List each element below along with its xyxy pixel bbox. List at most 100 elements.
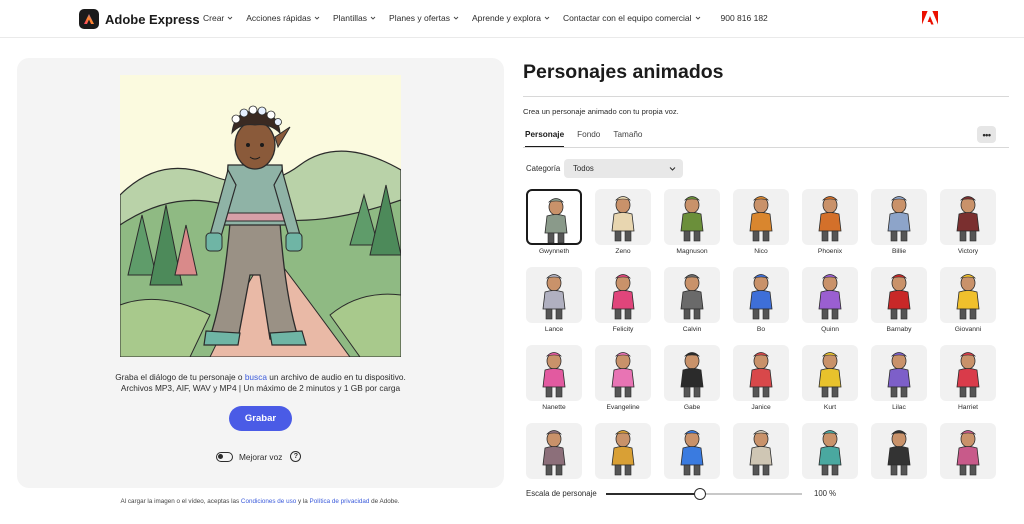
character-card[interactable]: Barnaby <box>871 267 927 333</box>
character-card[interactable] <box>733 423 789 479</box>
browse-file-link[interactable]: busca <box>245 372 267 382</box>
character-card[interactable]: Evangeline <box>595 345 651 411</box>
character-thumbnail <box>526 423 582 479</box>
character-card[interactable] <box>526 423 582 479</box>
character-name: Lilac <box>892 404 906 411</box>
character-card[interactable]: Lance <box>526 267 582 333</box>
character-thumbnail <box>526 189 582 245</box>
help-icon[interactable]: ? <box>290 451 302 462</box>
character-name: Bo <box>756 326 766 333</box>
character-card[interactable]: Lilac <box>871 345 927 411</box>
character-thumbnail <box>802 267 858 323</box>
character-scale-value: 100 % <box>814 489 837 498</box>
character-name: Quinn <box>821 326 839 333</box>
page-title: Personajes animados <box>523 61 724 83</box>
character-thumbnail <box>940 267 996 323</box>
character-name: Kurt <box>823 404 837 411</box>
menu-plantillas[interactable]: Plantillas <box>333 13 376 23</box>
character-thumbnail <box>733 267 789 323</box>
record-button[interactable]: Grabar <box>229 406 292 431</box>
settings-tabs: Personaje Fondo Tamaño <box>525 130 656 148</box>
adobe-logo-icon[interactable] <box>922 11 938 25</box>
toggle-knob <box>218 453 223 459</box>
character-name: Gabe <box>683 404 701 411</box>
upload-instructions: Graba el diálogo de tu personaje o busca… <box>17 372 504 394</box>
character-thumbnail <box>940 423 996 479</box>
character-name: Nanette <box>542 404 566 411</box>
character-card[interactable]: Giovanni <box>940 267 996 333</box>
character-card[interactable]: Billie <box>871 189 927 255</box>
chevron-down-icon <box>227 16 233 20</box>
privacy-policy-link[interactable]: Política de privacidad <box>310 498 370 505</box>
character-card[interactable] <box>802 423 858 479</box>
character-card[interactable]: Calvin <box>664 267 720 333</box>
menu-label: Acciones rápidas <box>246 13 311 23</box>
character-thumbnail <box>940 345 996 401</box>
character-thumbnail <box>664 423 720 479</box>
character-card[interactable]: Gabe <box>664 345 720 411</box>
chevron-down-icon <box>314 16 320 20</box>
character-card[interactable] <box>871 423 927 479</box>
tab-tamano[interactable]: Tamaño <box>613 130 642 148</box>
more-options-button[interactable]: ••• <box>977 126 996 143</box>
menu-label: Plantillas <box>333 13 368 23</box>
menu-aprende-y-explora[interactable]: Aprende y explora <box>472 13 550 23</box>
chevron-down-icon <box>669 167 676 171</box>
character-card[interactable]: Nico <box>733 189 789 255</box>
brand-name: Adobe Express <box>105 11 200 27</box>
character-card[interactable]: Zeno <box>595 189 651 255</box>
character-name: Evangeline <box>606 404 640 411</box>
menu-contactar-ventas[interactable]: Contactar con el equipo comercial <box>563 13 701 23</box>
character-thumbnail <box>733 423 789 479</box>
menu-crear[interactable]: Crear <box>203 13 233 23</box>
enhance-voice-toggle[interactable] <box>216 451 233 462</box>
character-name: Felicity <box>612 326 634 333</box>
character-card[interactable] <box>664 423 720 479</box>
character-card[interactable]: Bo <box>733 267 789 333</box>
character-name: Nico <box>754 248 768 255</box>
tab-fondo[interactable]: Fondo <box>577 130 600 148</box>
phone-number[interactable]: 900 816 182 <box>721 13 768 23</box>
character-card[interactable] <box>940 423 996 479</box>
character-card[interactable]: Felicity <box>595 267 651 333</box>
character-card[interactable]: Phoenix <box>802 189 858 255</box>
tab-personaje[interactable]: Personaje <box>525 130 565 148</box>
character-thumbnail <box>733 189 789 245</box>
character-name: Harriet <box>957 404 979 411</box>
character-name: Lance <box>544 326 564 333</box>
terms-of-use-link[interactable]: Condiciones de uso <box>241 498 296 505</box>
footnote-text: de Adobe. <box>369 498 400 505</box>
character-name: Phoenix <box>817 248 843 255</box>
character-name: Calvin <box>682 326 702 333</box>
character-card[interactable]: Harriet <box>940 345 996 411</box>
character-thumbnail <box>733 345 789 401</box>
category-label: Categoría <box>526 164 561 173</box>
menu-acciones-rapidas[interactable]: Acciones rápidas <box>246 13 320 23</box>
character-thumbnail <box>664 267 720 323</box>
character-card[interactable]: Quinn <box>802 267 858 333</box>
character-card[interactable]: Magnuson <box>664 189 720 255</box>
preview-panel: Graba el diálogo de tu personaje o busca… <box>17 58 504 488</box>
character-card[interactable]: Nanette <box>526 345 582 411</box>
menu-label: Planes y ofertas <box>389 13 450 23</box>
character-thumbnail <box>664 345 720 401</box>
character-thumbnail <box>526 345 582 401</box>
footnote-text: y la <box>296 498 310 505</box>
character-thumbnail <box>802 423 858 479</box>
slider-thumb[interactable] <box>694 488 707 500</box>
chevron-down-icon <box>453 16 459 20</box>
character-card[interactable]: Janice <box>733 345 789 411</box>
character-thumbnail <box>871 189 927 245</box>
legal-footnote: Al cargar la imagen o el vídeo, aceptas … <box>0 498 520 505</box>
page-subtitle: Crea un personaje animado con tu propia … <box>523 107 679 116</box>
menu-planes-y-ofertas[interactable]: Planes y ofertas <box>389 13 459 23</box>
character-card[interactable]: Gwynneth <box>526 189 582 255</box>
footnote-text: Al cargar la imagen o el vídeo, aceptas … <box>120 498 241 505</box>
character-card[interactable]: Kurt <box>802 345 858 411</box>
brand[interactable]: Adobe Express <box>79 9 200 29</box>
category-select[interactable]: Todos <box>564 159 683 178</box>
character-card[interactable] <box>595 423 651 479</box>
character-scale-slider[interactable] <box>606 488 802 500</box>
character-thumbnail <box>526 267 582 323</box>
character-card[interactable]: Victory <box>940 189 996 255</box>
